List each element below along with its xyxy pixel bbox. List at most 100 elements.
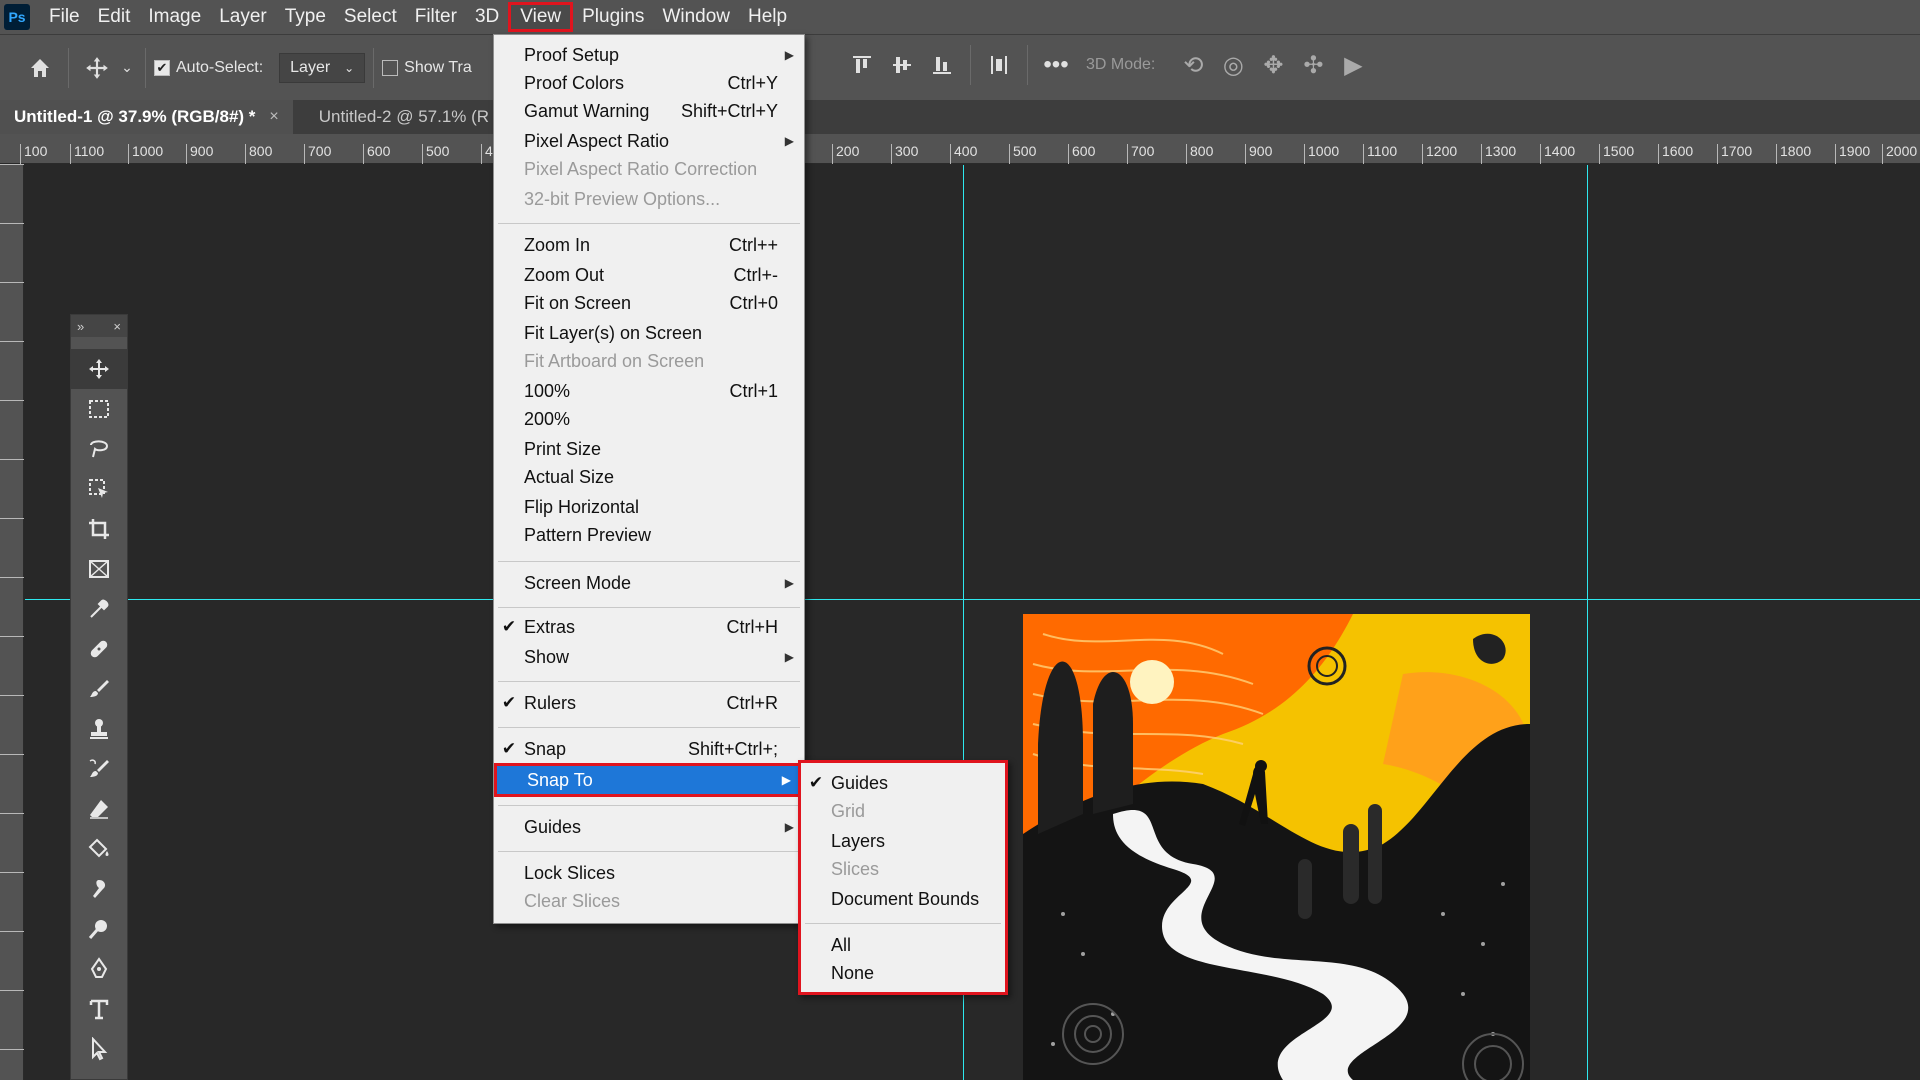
menu-file[interactable]: File bbox=[40, 2, 89, 32]
move-tool[interactable] bbox=[71, 349, 127, 389]
divider bbox=[145, 47, 146, 88]
chevron-down-icon[interactable]: ⌄ bbox=[117, 48, 137, 88]
lasso-tool[interactable] bbox=[71, 429, 127, 469]
view-menu-snap[interactable]: ✔ Snap Shift+Ctrl+; bbox=[494, 735, 804, 763]
ruler-tick bbox=[0, 1049, 24, 1050]
expand-icon[interactable]: » bbox=[77, 319, 84, 334]
ruler-label: 1600 bbox=[1658, 144, 1693, 164]
stamp-icon bbox=[90, 719, 108, 739]
3d-orbit-icon[interactable]: ⟲ bbox=[1173, 45, 1213, 85]
view-menu-guides[interactable]: Guides ▶ bbox=[494, 813, 804, 841]
view-menu-pattern-preview[interactable]: Pattern Preview bbox=[494, 521, 804, 549]
pen-tool[interactable] bbox=[71, 949, 127, 989]
tools-panel-header[interactable]: » × bbox=[71, 315, 127, 337]
3d-slide-icon[interactable]: ✣ bbox=[1293, 45, 1333, 85]
submenu-arrow-icon: ▶ bbox=[784, 650, 794, 664]
type-tool[interactable] bbox=[71, 989, 127, 1029]
ruler-label: 1100 bbox=[70, 144, 104, 164]
ruler-tick bbox=[0, 636, 24, 637]
dodge-tool[interactable] bbox=[71, 909, 127, 949]
document-tabs: Untitled-1 @ 37.9% (RGB/8#) * × Untitled… bbox=[0, 100, 1920, 134]
distribute-icon[interactable] bbox=[979, 45, 1019, 85]
show-transform-checkbox[interactable] bbox=[382, 59, 399, 76]
vertical-guide[interactable] bbox=[1587, 165, 1588, 1080]
healing-brush-tool[interactable] bbox=[71, 629, 127, 669]
view-menu-100-percent[interactable]: 100% Ctrl+1 bbox=[494, 377, 804, 405]
menu-layer[interactable]: Layer bbox=[210, 2, 276, 32]
view-menu-flip-horizontal[interactable]: Flip Horizontal bbox=[494, 493, 804, 521]
ruler-label: 2000 bbox=[1882, 144, 1917, 164]
3d-roll-icon[interactable]: ◎ bbox=[1213, 45, 1253, 85]
view-menu-zoom-out[interactable]: Zoom Out Ctrl+- bbox=[494, 261, 804, 289]
view-menu-actual-size[interactable]: Actual Size bbox=[494, 463, 804, 491]
eraser-tool[interactable] bbox=[71, 789, 127, 829]
eyedropper-tool[interactable] bbox=[71, 589, 127, 629]
menu-separator bbox=[498, 851, 800, 852]
menu-plugins[interactable]: Plugins bbox=[573, 2, 653, 32]
frame-tool[interactable] bbox=[71, 549, 127, 589]
snap-to-document-bounds[interactable]: Document Bounds bbox=[801, 885, 1005, 913]
snap-to-layers[interactable]: Layers bbox=[801, 827, 1005, 855]
view-menu-200-percent[interactable]: 200% bbox=[494, 405, 804, 433]
object-selection-tool[interactable] bbox=[71, 469, 127, 509]
tab-untitled-1[interactable]: Untitled-1 @ 37.9% (RGB/8#) * × bbox=[0, 100, 293, 134]
menu-filter[interactable]: Filter bbox=[406, 2, 466, 32]
marquee-tool[interactable] bbox=[71, 389, 127, 429]
view-menu-pixel-aspect-ratio[interactable]: Pixel Aspect Ratio ▶ bbox=[494, 127, 804, 155]
align-vertical-center-icon[interactable] bbox=[882, 45, 922, 85]
menu-edit[interactable]: Edit bbox=[89, 2, 140, 32]
snap-to-none[interactable]: None bbox=[801, 959, 1005, 987]
home-icon[interactable] bbox=[20, 48, 60, 88]
align-bottom-icon[interactable] bbox=[922, 45, 962, 85]
view-menu-print-size[interactable]: Print Size bbox=[494, 435, 804, 463]
view-menu-show[interactable]: Show ▶ bbox=[494, 643, 804, 671]
view-menu-gamut-warning[interactable]: Gamut Warning Shift+Ctrl+Y bbox=[494, 97, 804, 125]
ruler-label: 600 bbox=[363, 144, 390, 164]
3d-camera-icon[interactable]: ▶ bbox=[1333, 45, 1373, 85]
menu-view[interactable]: View bbox=[508, 2, 574, 32]
menu-type[interactable]: Type bbox=[276, 2, 335, 32]
close-icon[interactable]: × bbox=[269, 108, 278, 126]
menu-3d[interactable]: 3D bbox=[466, 2, 508, 32]
horizontal-ruler[interactable]: 100 1100 1000 900 800 700 600 500 4 200 … bbox=[0, 134, 1920, 164]
close-icon[interactable]: × bbox=[113, 319, 121, 334]
clone-stamp-tool[interactable] bbox=[71, 709, 127, 749]
horizontal-guide[interactable] bbox=[25, 599, 1920, 600]
view-menu-rulers[interactable]: ✔ Rulers Ctrl+R bbox=[494, 689, 804, 717]
ruler-tick bbox=[0, 282, 24, 283]
auto-select-checkbox[interactable]: ✔ bbox=[154, 59, 170, 76]
align-top-icon[interactable] bbox=[842, 45, 882, 85]
view-menu-extras[interactable]: ✔ Extras Ctrl+H bbox=[494, 613, 804, 641]
auto-select-target-dropdown[interactable]: Layer ⌄ bbox=[279, 52, 366, 83]
smudge-tool[interactable] bbox=[71, 869, 127, 909]
view-menu-zoom-in[interactable]: Zoom In Ctrl++ bbox=[494, 231, 804, 259]
history-brush-tool[interactable] bbox=[71, 749, 127, 789]
menu-help[interactable]: Help bbox=[739, 2, 796, 32]
vertical-ruler[interactable] bbox=[0, 164, 24, 1080]
menu-image[interactable]: Image bbox=[139, 2, 210, 32]
submenu-arrow-icon: ▶ bbox=[781, 773, 791, 787]
view-menu-proof-setup[interactable]: Proof Setup ▶ bbox=[494, 41, 804, 69]
path-selection-tool[interactable] bbox=[71, 1029, 127, 1069]
3d-pan-icon[interactable]: ✥ bbox=[1253, 45, 1293, 85]
view-menu-screen-mode[interactable]: Screen Mode ▶ bbox=[494, 569, 804, 597]
more-options-icon[interactable]: ••• bbox=[1036, 45, 1076, 85]
view-menu-fit-layers[interactable]: Fit Layer(s) on Screen bbox=[494, 319, 804, 347]
view-menu-fit-on-screen[interactable]: Fit on Screen Ctrl+0 bbox=[494, 289, 804, 317]
move-tool-icon[interactable] bbox=[77, 48, 117, 88]
snap-to-all[interactable]: All bbox=[801, 931, 1005, 959]
brush-tool[interactable] bbox=[71, 669, 127, 709]
crop-tool[interactable] bbox=[71, 509, 127, 549]
view-menu-snap-to[interactable]: Snap To ▶ bbox=[494, 763, 804, 797]
menu-window[interactable]: Window bbox=[653, 2, 739, 32]
view-menu-32bit-preview: 32-bit Preview Options... bbox=[524, 188, 721, 209]
ruler-tick bbox=[0, 931, 24, 932]
view-menu-lock-slices[interactable]: Lock Slices bbox=[494, 859, 804, 887]
snap-to-guides[interactable]: ✔ Guides bbox=[801, 769, 1005, 797]
view-menu-proof-colors[interactable]: Proof Colors Ctrl+Y bbox=[494, 69, 804, 97]
ruler-tick bbox=[0, 341, 24, 342]
paint-bucket-tool[interactable] bbox=[71, 829, 127, 869]
tab-untitled-2[interactable]: Untitled-2 @ 57.1% (R bbox=[305, 100, 503, 134]
menu-select[interactable]: Select bbox=[335, 2, 406, 32]
ruler-label: 1400 bbox=[1540, 144, 1575, 164]
